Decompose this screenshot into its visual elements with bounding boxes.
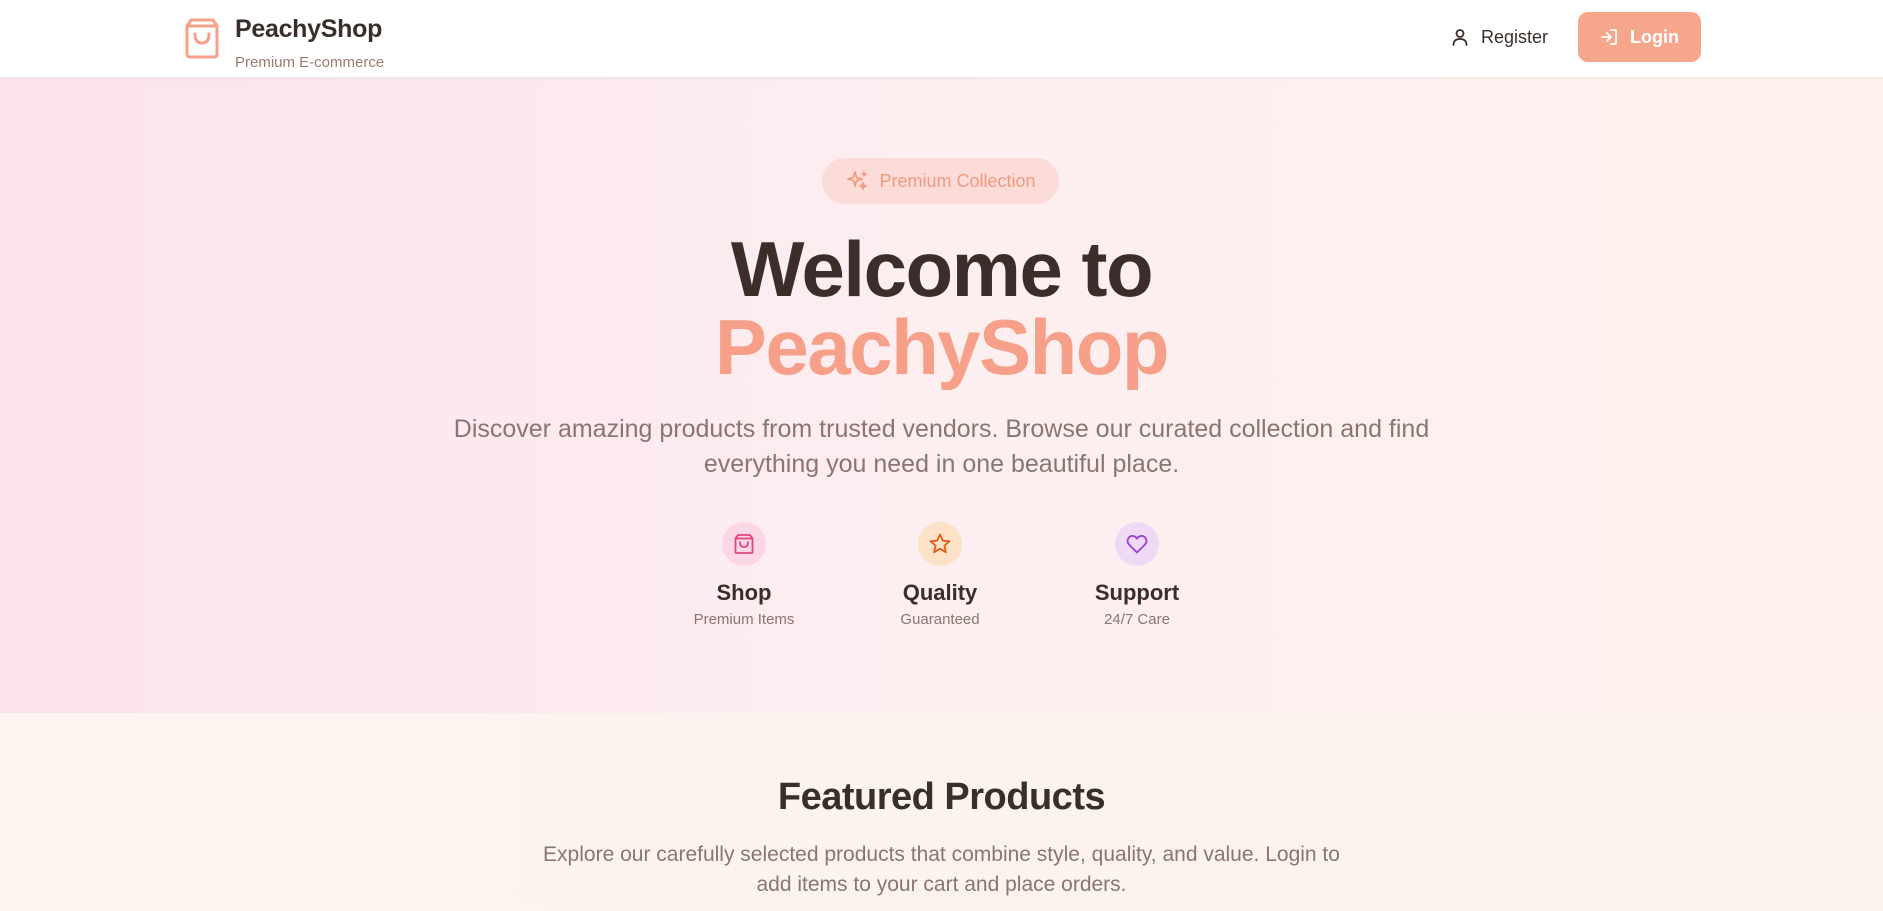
feature-title: Quality: [902, 580, 978, 605]
premium-collection-badge: Premium Collection: [822, 158, 1059, 204]
featured-subtitle: Explore our carefully selected products …: [543, 843, 1340, 896]
feature-subtitle: Guaranteed: [900, 611, 980, 628]
badge-label: Premium Collection: [879, 170, 1036, 191]
feature-support: Support 24/7 Care: [1047, 522, 1227, 629]
register-label: Register: [1480, 26, 1549, 47]
feature-title: Support: [1094, 580, 1180, 605]
hero-subtitle: Discover amazing products from trusted v…: [453, 415, 1430, 478]
login-icon: [1601, 29, 1617, 45]
register-button[interactable]: Register: [1435, 12, 1564, 62]
hero-title-brand: PeachyShop: [714, 303, 1170, 391]
hero-title: Welcome to PeachyShop: [0, 230, 1883, 386]
featured-title: Featured Products: [777, 776, 1106, 818]
shopping-bag-logo-icon: [185, 18, 219, 59]
login-label: Login: [1630, 26, 1679, 47]
feature-subtitle: Premium Items: [693, 611, 795, 628]
user-icon: [1452, 29, 1468, 46]
top-nav: PeachyShop Premium E-commerce Register L…: [0, 0, 1883, 78]
feature-title: Shop: [716, 580, 772, 605]
feature-list: Shop Premium Items Quality Guaranteed Su…: [0, 522, 1883, 642]
featured-products-section: Featured Products Explore our carefully …: [0, 713, 1883, 911]
star-icon: [918, 522, 962, 566]
brand-name: PeachyShop: [235, 15, 383, 43]
heart-icon: [1115, 522, 1159, 566]
hero-section: Premium Collection Welcome to PeachyShop…: [0, 78, 1883, 713]
sparkles-icon: [847, 171, 868, 190]
brand[interactable]: PeachyShop Premium E-commerce: [183, 14, 384, 72]
shopping-bag-icon: [722, 522, 766, 566]
feature-shop: Shop Premium Items: [654, 522, 834, 629]
login-button[interactable]: Login: [1578, 12, 1701, 62]
hero-title-line1: Welcome to: [730, 225, 1154, 313]
feature-quality: Quality Guaranteed: [850, 522, 1030, 629]
feature-subtitle: 24/7 Care: [1104, 611, 1170, 628]
brand-tagline: Premium E-commerce: [235, 54, 385, 71]
